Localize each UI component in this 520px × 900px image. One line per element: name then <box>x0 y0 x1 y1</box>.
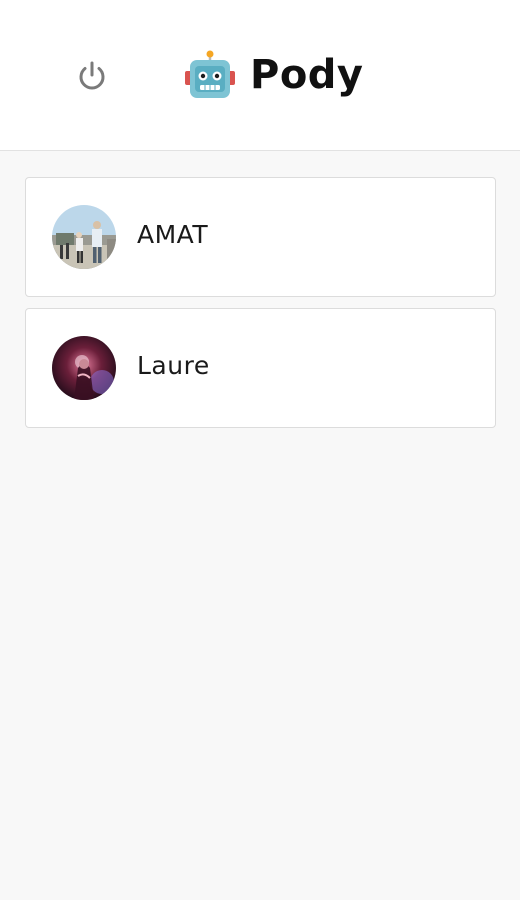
channel-avatar <box>52 336 116 400</box>
channel-name: Laure <box>137 351 210 380</box>
channel-avatar <box>52 205 116 269</box>
channel-name: AMAT <box>137 220 209 249</box>
channel-item-laure[interactable]: Laure <box>25 308 496 428</box>
channel-item-amat[interactable]: AMAT <box>25 177 496 297</box>
app-title: Pody <box>250 52 364 98</box>
channel-list: AMAT Laure <box>25 177 496 439</box>
brand: Pody <box>184 44 364 106</box>
robot-icon <box>185 50 235 98</box>
power-button[interactable] <box>72 56 112 96</box>
power-icon <box>79 61 105 90</box>
app-header: Pody <box>0 0 520 151</box>
